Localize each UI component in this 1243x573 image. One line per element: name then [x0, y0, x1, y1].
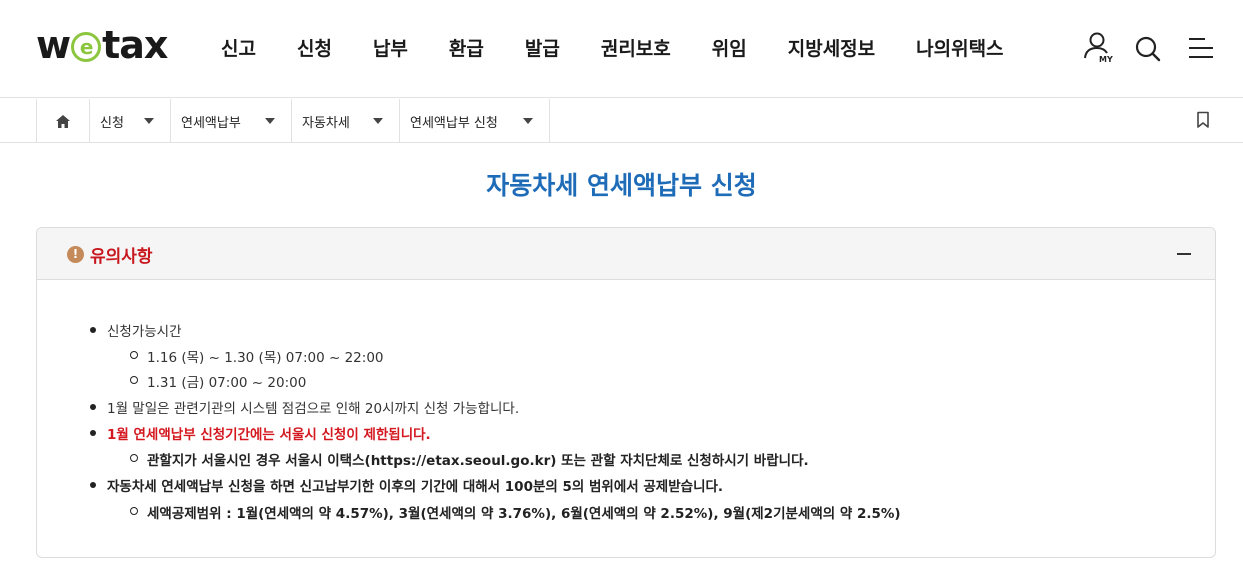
logo-e-circle: e — [71, 32, 102, 62]
nav-refund[interactable]: 환급 — [449, 34, 484, 61]
breadcrumb-label: 신청 — [100, 115, 124, 131]
notice-header[interactable]: ! 유의사항 — [37, 228, 1215, 280]
collapse-icon[interactable] — [1177, 253, 1191, 255]
list-item: 관할지가 서울시인 경우 서울시 이택스(https://etax.seoul.… — [130, 449, 809, 469]
breadcrumb-annual-payment[interactable]: 연세액납부 — [171, 99, 292, 143]
list-item: 1.16 (목) ~ 1.30 (목) 07:00 ~ 22:00 — [130, 346, 384, 366]
list-item: 신청가능시간 — [90, 320, 182, 340]
list-item: 자동차세 연세액납부 신청을 하면 신고납부기한 이후의 기간에 대해서 100… — [89, 475, 723, 495]
notice-title: 유의사항 — [90, 247, 153, 267]
list-item: 1.31 (금) 07:00 ~ 20:00 — [129, 371, 306, 391]
list-item: 1월 말일은 관련기관의 시스템 점검으로 인해 20시까지 신청 가능합니다. — [89, 397, 519, 417]
nav-local-tax-info[interactable]: 지방세정보 — [788, 34, 875, 61]
breadcrumb-label: 연세액납부 신청 — [410, 115, 498, 131]
wetax-logo[interactable]: w e tax — [36, 23, 168, 67]
chevron-down-icon — [373, 118, 383, 124]
bookmark-icon[interactable] — [1195, 111, 1211, 133]
breadcrumb-label: 자동차세 — [302, 115, 350, 131]
nav-apply[interactable]: 신청 — [297, 34, 332, 61]
nav-issue[interactable]: 발급 — [525, 34, 560, 61]
breadcrumb-vehicle-tax[interactable]: 자동차세 — [292, 99, 400, 143]
nav-pay[interactable]: 납부 — [373, 34, 408, 61]
nav-my-wetax[interactable]: 나의위택스 — [916, 34, 1003, 61]
my-label: MY — [1099, 55, 1113, 64]
menu-icon[interactable] — [1187, 36, 1215, 62]
breadcrumb: 신청 연세액납부 자동차세 연세액납부 신청 — [0, 99, 1243, 143]
home-icon[interactable] — [36, 99, 90, 143]
my-page-icon[interactable]: MY — [1083, 30, 1113, 64]
main-nav: 신고 신청 납부 환급 발급 권리보호 위임 지방세정보 나의위택스 — [221, 34, 1004, 61]
chevron-down-icon — [523, 118, 533, 124]
breadcrumb-annual-payment-apply[interactable]: 연세액납부 신청 — [400, 99, 550, 143]
nav-delegate[interactable]: 위임 — [712, 34, 747, 61]
breadcrumb-apply[interactable]: 신청 — [90, 99, 171, 143]
warning-icon: ! — [67, 246, 84, 263]
nav-report[interactable]: 신고 — [221, 34, 256, 61]
page-title: 자동차세 연세액납부 신청 — [486, 171, 757, 200]
list-item: 1월 연세액납부 신청기간에는 서울시 신청이 제한됩니다. — [90, 423, 431, 443]
list-item: 세액공제범위 : 1월(연세액의 약 4.57%), 3월(연세액의 약 3.7… — [130, 502, 901, 522]
search-icon[interactable] — [1134, 35, 1162, 63]
notice-panel: ! 유의사항 신청가능시간 1.16 (목) ~ 1.30 (목) 07:00 … — [36, 227, 1216, 558]
chevron-down-icon — [265, 118, 275, 124]
logo-text-tax: tax — [102, 23, 168, 67]
site-header: w e tax 신고 신청 납부 환급 발급 권리보호 위임 지방세정보 나의위택스… — [0, 0, 1243, 98]
breadcrumb-label: 연세액납부 — [181, 115, 241, 131]
logo-text-w: w — [36, 23, 71, 67]
nav-rights[interactable]: 권리보호 — [601, 34, 671, 61]
chevron-down-icon — [144, 118, 154, 124]
